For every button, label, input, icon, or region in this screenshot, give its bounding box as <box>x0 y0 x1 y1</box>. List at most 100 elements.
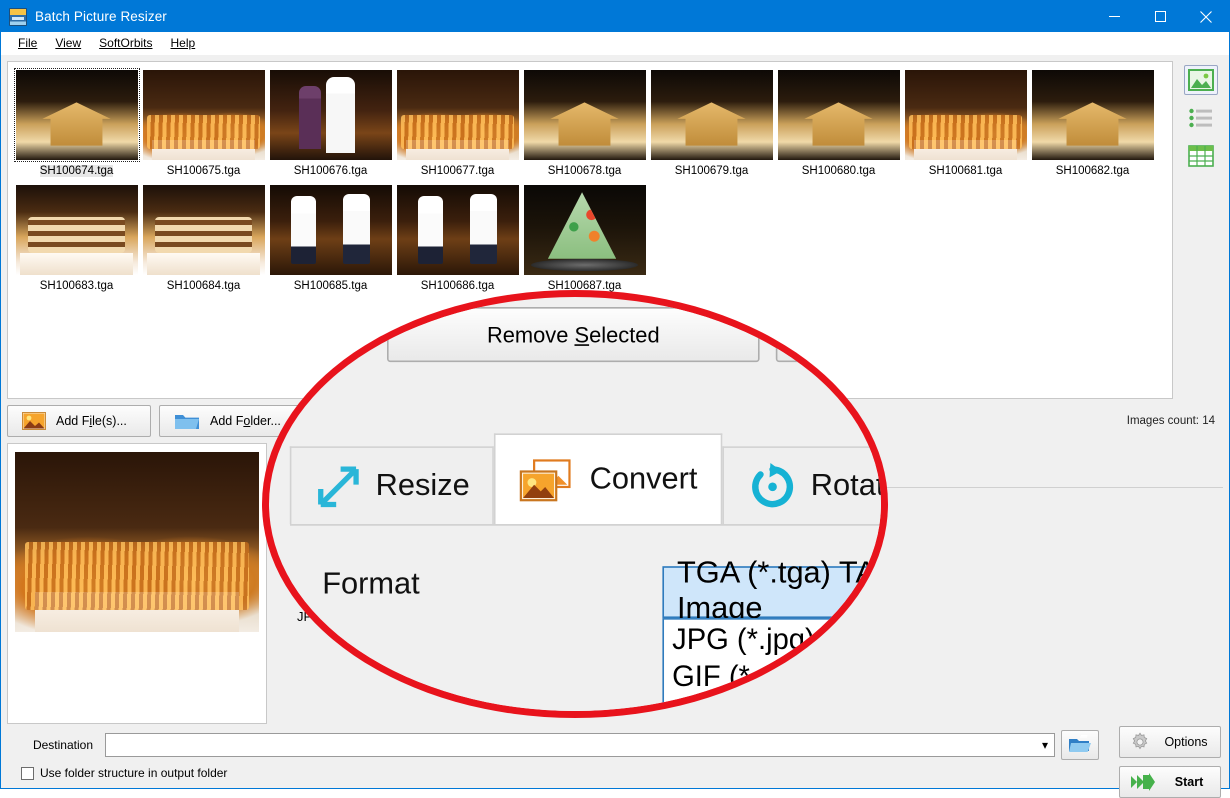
magnified-tab-resize[interactable]: Resize <box>290 446 494 524</box>
magnified-tab-rotate-label: Rotate <box>811 468 881 504</box>
grid-view-button[interactable] <box>1184 141 1218 171</box>
thumbnail-item[interactable]: SH100676.tga <box>268 70 393 177</box>
thumbnail-item[interactable]: SH100685.tga <box>268 185 393 292</box>
menu-file-label: File <box>18 36 37 50</box>
magnified-format-combobox[interactable]: TGA (*.tga) TARGA Image ▾ <box>662 566 881 618</box>
app-icon <box>9 8 27 26</box>
magnified-format-dropdown-list[interactable]: JPG (*.jpg) JPEG BitmapGIF (*.gif) Compu… <box>662 618 881 711</box>
maximize-button[interactable] <box>1137 1 1183 32</box>
thumbnail-view-button[interactable] <box>1184 65 1218 95</box>
thumbnail-item[interactable]: SH100679.tga <box>649 70 774 177</box>
magnified-move-up-button[interactable] <box>776 307 881 362</box>
options-button[interactable]: Options <box>1119 726 1221 758</box>
destination-combobox[interactable]: ▾ <box>105 733 1055 757</box>
thumbnail-caption: SH100686.tga <box>421 280 495 292</box>
thumbnail-caption: SH100679.tga <box>675 165 749 177</box>
menu-item-file[interactable]: File <box>9 34 46 52</box>
thumbnail-view-icon <box>1188 69 1214 91</box>
preview-image-art <box>15 452 259 632</box>
magnified-convert-icon <box>518 455 576 504</box>
start-button[interactable]: Start <box>1119 766 1221 798</box>
format-option[interactable]: BMP (*.bmp) Windows Bitmap <box>666 696 881 711</box>
thumbnail-item[interactable]: SH100678.tga <box>522 70 647 177</box>
use-folder-structure-label: Use folder structure in output folder <box>40 766 227 780</box>
thumbnail-item[interactable]: SH100680.tga <box>776 70 901 177</box>
thumbnail-art <box>1032 70 1154 160</box>
use-folder-structure-checkbox[interactable] <box>21 767 34 780</box>
thumbnail-art <box>524 185 646 275</box>
magnified-tab-convert[interactable]: Convert <box>494 433 722 524</box>
minimize-icon <box>1109 11 1120 22</box>
thumbnail-art <box>397 70 519 160</box>
thumbnail-item[interactable]: SH100681.tga <box>903 70 1028 177</box>
thumbnail-art <box>270 70 392 160</box>
thumbnail-caption: SH100680.tga <box>802 165 876 177</box>
menu-bar: File View SoftOrbits Help <box>1 32 1229 55</box>
menu-view-label: View <box>55 36 81 50</box>
thumbnail-caption: SH100683.tga <box>40 280 114 292</box>
thumbnail-item[interactable]: SH100674.tga <box>14 70 139 177</box>
view-mode-toolbar <box>1179 61 1223 399</box>
thumbnail-art <box>651 70 773 160</box>
gear-icon <box>1130 732 1150 752</box>
use-folder-structure-row[interactable]: Use folder structure in output folder <box>7 766 1223 780</box>
magnified-resize-icon <box>314 462 363 511</box>
thumbnail-image <box>778 70 900 160</box>
chevron-up-icon <box>810 320 865 349</box>
magnified-remove-selected-button[interactable]: Remove Selected <box>387 307 760 362</box>
magnified-tab-rotate[interactable]: Rotate <box>722 446 881 524</box>
thumbnail-item[interactable]: SH100686.tga <box>395 185 520 292</box>
menu-item-help[interactable]: Help <box>162 34 205 52</box>
thumbnail-caption: SH100675.tga <box>167 165 241 177</box>
menu-item-softorbits[interactable]: SoftOrbits <box>90 34 161 52</box>
magnified-format-label: Format <box>322 568 420 604</box>
thumbnail-art <box>270 185 392 275</box>
options-label: Options <box>1158 735 1220 749</box>
thumbnail-art <box>778 70 900 160</box>
thumbnail-image <box>16 70 138 160</box>
thumbnail-item[interactable]: SH100684.tga <box>141 185 266 292</box>
add-files-icon <box>22 412 46 430</box>
add-files-button[interactable]: Add File(s)... <box>7 405 151 437</box>
thumbnail-image <box>651 70 773 160</box>
magnifier-content: SH100685.tga SH100686.tga SH100687.tga R… <box>269 297 881 711</box>
thumbnail-art <box>524 70 646 160</box>
thumbnail-caption: SH100687.tga <box>548 280 622 292</box>
images-count-label: Images count: 14 <box>1127 415 1215 427</box>
thumbnail-item[interactable]: SH100687.tga <box>522 185 647 292</box>
thumbnail-art <box>16 185 138 275</box>
magnified-dpi-label: DPI <box>322 662 373 698</box>
start-arrow-icon <box>1130 772 1156 792</box>
magnified-tab-resize-label: Resize <box>376 468 470 504</box>
thumbnail-item[interactable]: SH100677.tga <box>395 70 520 177</box>
thumbnail-item[interactable]: SH100683.tga <box>14 185 139 292</box>
thumbnail-item[interactable]: SH100675.tga <box>141 70 266 177</box>
add-files-label: Add File(s)... <box>56 414 127 428</box>
thumbnail-art <box>143 185 265 275</box>
format-option[interactable]: JPG (*.jpg) JPEG Bitmap <box>666 621 881 658</box>
thumbnail-caption: SH100685.tga <box>294 280 368 292</box>
thumbnail-art <box>905 70 1027 160</box>
format-option[interactable]: GIF (*.gif) CompuServe Bitmap <box>666 659 881 696</box>
thumbnail-caption: SH100677.tga <box>421 165 495 177</box>
thumbnail-item[interactable]: SH100682.tga <box>1030 70 1155 177</box>
bottom-action-buttons: Options Start <box>1119 726 1221 798</box>
menu-softorbits-label: SoftOrbits <box>99 36 152 50</box>
thumbnail-art <box>16 70 138 160</box>
browse-folder-button[interactable] <box>1061 730 1099 760</box>
thumbnail-image <box>1032 70 1154 160</box>
thumbnail-image <box>524 70 646 160</box>
window-controls <box>1091 1 1229 32</box>
minimize-button[interactable] <box>1091 1 1137 32</box>
close-button[interactable] <box>1183 1 1229 32</box>
destination-label: Destination <box>7 738 99 752</box>
thumbnail-caption: SH100681.tga <box>929 165 1003 177</box>
thumbnail-caption: SH100678.tga <box>548 165 622 177</box>
grid-view-icon <box>1188 145 1214 167</box>
title-bar: Batch Picture Resizer <box>1 1 1229 32</box>
list-view-button[interactable] <box>1184 103 1218 133</box>
list-view-icon <box>1188 107 1214 129</box>
magnified-rotate-icon <box>746 460 798 512</box>
menu-help-label: Help <box>171 36 196 50</box>
menu-item-view[interactable]: View <box>46 34 90 52</box>
